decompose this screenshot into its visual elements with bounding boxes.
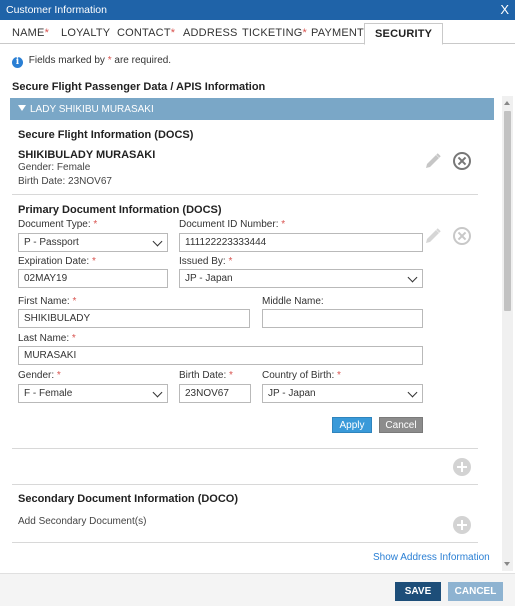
tab-bar: NAME* LOYALTY CONTACT* ADDRESS TICKETING… <box>0 23 515 45</box>
docs-summary-gender: Gender: Female <box>18 162 91 173</box>
divider <box>12 448 478 449</box>
divider <box>12 484 478 485</box>
docs-summary-title: Secure Flight Information (DOCS) <box>18 129 194 141</box>
title-bar: Customer Information X <box>0 0 515 20</box>
edit-pencil-icon[interactable] <box>424 152 442 170</box>
tab-address[interactable]: ADDRESS <box>183 27 238 39</box>
secondary-doc-title: Secondary Document Information (DOCO) <box>18 493 239 505</box>
issued-by-select[interactable]: JP - Japan <box>179 269 423 288</box>
apply-button[interactable]: Apply <box>332 417 372 433</box>
chevron-down-icon <box>407 272 418 283</box>
tab-ticketing[interactable]: TICKETING* <box>242 27 307 39</box>
expiration-label: Expiration Date: * <box>18 256 96 267</box>
divider <box>12 542 478 543</box>
remove-circle-icon[interactable] <box>453 152 471 170</box>
doc-type-label: Document Type: * <box>18 219 98 230</box>
tab-loyalty[interactable]: LOYALTY <box>61 27 110 39</box>
scroll-down-arrow-icon[interactable] <box>504 562 510 566</box>
first-name-label: First Name: * <box>18 296 77 307</box>
scroll-area: LADY SHIKIBU MURASAKI Secure Flight Info… <box>0 96 515 571</box>
required-fields-note: i Fields marked by * are required. <box>12 55 171 68</box>
remove-circle-icon[interactable] <box>453 227 471 245</box>
gender-label: Gender: * <box>18 370 61 381</box>
tab-name[interactable]: NAME* <box>12 27 49 39</box>
last-name-input[interactable]: MURASAKI <box>18 346 423 365</box>
section-title: Secure Flight Passenger Data / APIS Info… <box>12 81 266 93</box>
docs-summary-name: SHIKIBULADY MURASAKI <box>18 149 156 161</box>
doc-type-select[interactable]: P - Passport <box>18 233 168 252</box>
chevron-down-icon <box>152 236 163 247</box>
last-name-label: Last Name: * <box>18 333 76 344</box>
close-icon[interactable]: X <box>500 2 509 17</box>
doc-id-input[interactable]: 111122223333444 <box>179 233 423 252</box>
cancel-button[interactable]: CANCEL <box>448 582 503 601</box>
edit-pencil-icon[interactable] <box>424 227 442 245</box>
vertical-scrollbar[interactable] <box>502 96 513 571</box>
divider <box>12 194 478 195</box>
birth-date-label: Birth Date: * <box>179 370 233 381</box>
country-of-birth-label: Country of Birth: * <box>262 370 341 381</box>
add-document-plus-icon[interactable] <box>453 458 471 476</box>
chevron-down-icon <box>152 387 163 398</box>
doc-id-label: Document ID Number: * <box>179 219 286 230</box>
save-button[interactable]: SAVE <box>395 582 441 601</box>
add-secondary-doc-label: Add Secondary Document(s) <box>18 516 147 527</box>
collapse-triangle-icon <box>18 105 26 111</box>
expiration-input[interactable]: 02MAY19 <box>18 269 168 288</box>
docs-summary-birth: Birth Date: 23NOV67 <box>18 176 112 187</box>
issued-by-label: Issued By: * <box>179 256 233 267</box>
birth-date-input[interactable]: 23NOV67 <box>179 384 251 403</box>
dialog-footer: SAVE CANCEL <box>0 573 515 606</box>
tab-payment[interactable]: PAYMENT <box>311 27 364 39</box>
tab-contact[interactable]: CONTACT* <box>117 27 175 39</box>
country-of-birth-select[interactable]: JP - Japan <box>262 384 423 403</box>
scrollbar-thumb[interactable] <box>504 111 511 311</box>
add-secondary-doc-plus-icon[interactable] <box>453 516 471 534</box>
middle-name-label: Middle Name: <box>262 296 324 307</box>
gender-select[interactable]: F - Female <box>18 384 168 403</box>
scroll-up-arrow-icon[interactable] <box>504 101 510 105</box>
first-name-input[interactable]: SHIKIBULADY <box>18 309 250 328</box>
chevron-down-icon <box>407 387 418 398</box>
primary-doc-title: Primary Document Information (DOCS) <box>18 204 222 216</box>
show-address-link[interactable]: Show Address Information <box>373 552 490 563</box>
cancel-doc-button[interactable]: Cancel <box>379 417 423 433</box>
info-icon: i <box>12 57 23 68</box>
tab-security[interactable]: SECURITY <box>364 23 444 45</box>
window-title: Customer Information <box>6 4 107 16</box>
passenger-header[interactable]: LADY SHIKIBU MURASAKI <box>10 98 494 120</box>
middle-name-input[interactable] <box>262 309 423 328</box>
